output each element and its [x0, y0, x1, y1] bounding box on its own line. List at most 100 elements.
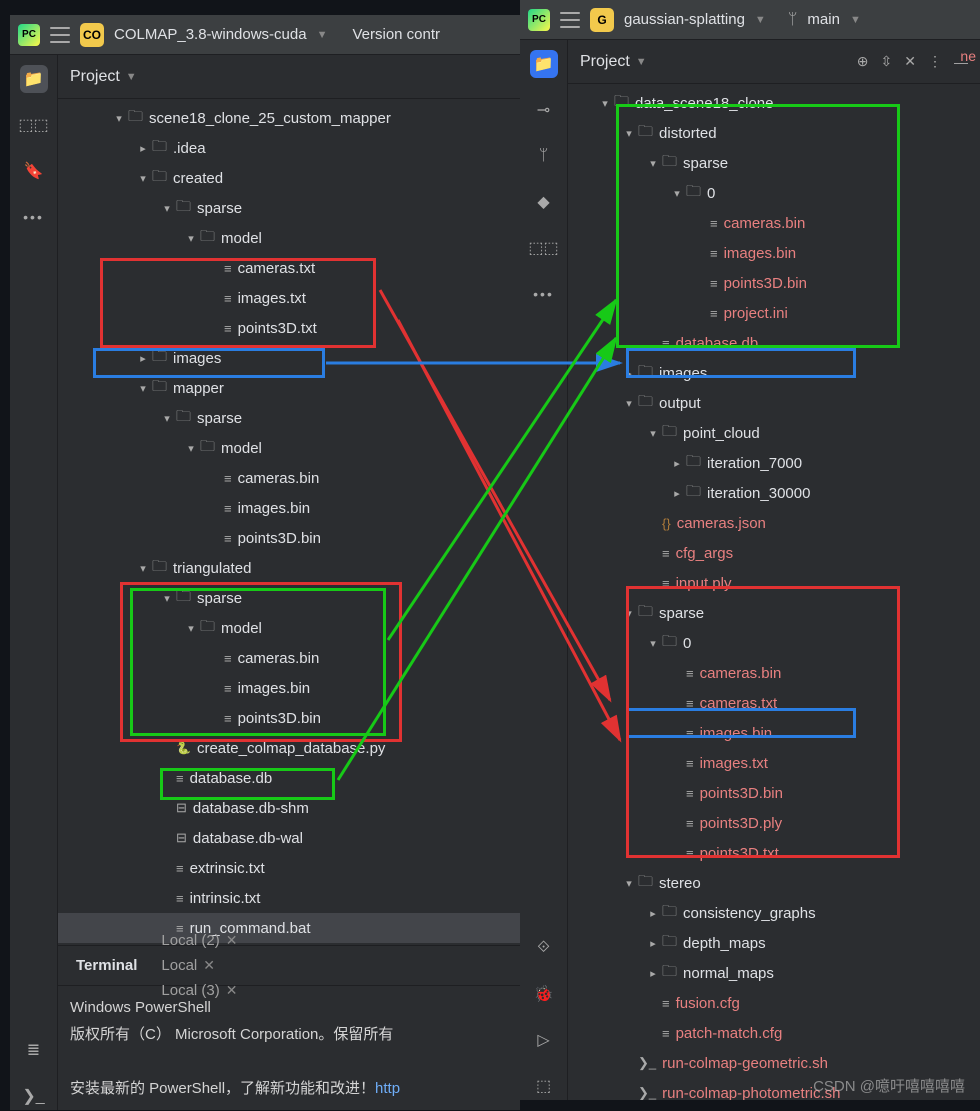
chevron-down-icon[interactable]: ▼ — [850, 14, 861, 26]
tree-item[interactable]: ▸≡patch-match.cfg — [568, 1018, 980, 1048]
chevron-down-icon[interactable]: ▾ — [136, 382, 150, 395]
chevron-right-icon[interactable]: ▸ — [646, 937, 660, 950]
more-tool-icon[interactable]: ••• — [20, 203, 48, 231]
chevron-down-icon[interactable]: ▾ — [646, 637, 660, 650]
bookmarks-tool-icon[interactable]: 🔖 — [20, 157, 48, 185]
tree-item[interactable]: ▸≡intrinsic.txt — [58, 883, 520, 913]
tree-item[interactable]: ▸🗀consistency_graphs — [568, 898, 980, 928]
close-icon[interactable]: ✕ — [226, 932, 238, 949]
chevron-down-icon[interactable]: ▾ — [136, 172, 150, 185]
project-name-label[interactable]: COLMAP_3.8-windows-cuda — [114, 26, 307, 43]
target-icon[interactable]: ⊕ — [857, 53, 869, 70]
debug-tool-icon[interactable]: 🐞 — [530, 980, 558, 1008]
tree-item[interactable]: ▸≡points3D.bin — [58, 703, 520, 733]
tree-item[interactable]: ▸≡database.db — [568, 328, 980, 358]
tree-item[interactable]: ▸≡points3D.bin — [58, 523, 520, 553]
commit-tool-icon[interactable]: ⊸ — [530, 96, 558, 124]
terminal-title[interactable]: Terminal — [68, 953, 145, 978]
tree-item[interactable]: ▸≡images.bin — [58, 673, 520, 703]
chevron-down-icon[interactable]: ▾ — [622, 877, 636, 890]
tree-item[interactable]: ▸≡images.bin — [568, 238, 980, 268]
chevron-right-icon[interactable]: ▸ — [646, 967, 660, 980]
tree-item[interactable]: ▾🗀sparse — [568, 148, 980, 178]
tree-item[interactable]: ▸≡database.db — [58, 763, 520, 793]
tree-item[interactable]: ▾🗀distorted — [568, 118, 980, 148]
tree-item[interactable]: ▸≡cameras.bin — [58, 463, 520, 493]
tree-item[interactable]: ▾🗀data_scene18_clone — [568, 88, 980, 118]
tree-item[interactable]: ▸❯_run-colmap-geometric.sh — [568, 1048, 980, 1078]
chevron-down-icon[interactable]: ▼ — [126, 71, 137, 83]
kebab-icon[interactable]: ⋮ — [928, 53, 942, 70]
tree-item[interactable]: ▸🗀depth_maps — [568, 928, 980, 958]
tree-item[interactable]: ▸🗀.idea — [58, 133, 520, 163]
tree-item[interactable]: ▸🐍create_colmap_database.py — [58, 733, 520, 763]
tree-item[interactable]: ▸≡points3D.txt — [58, 313, 520, 343]
tree-item[interactable]: ▸≡images.bin — [568, 718, 980, 748]
tree-item[interactable]: ▸≡images.bin — [58, 493, 520, 523]
chevron-down-icon[interactable]: ▾ — [136, 562, 150, 575]
chevron-down-icon[interactable]: ▾ — [160, 202, 174, 215]
tree-item[interactable]: ▾🗀stereo — [568, 868, 980, 898]
chevron-down-icon[interactable]: ▼ — [636, 56, 647, 68]
tree-item[interactable]: ▸≡project.ini — [568, 298, 980, 328]
left-project-tree[interactable]: ▾🗀scene18_clone_25_custom_mapper▸🗀.idea▾… — [58, 99, 520, 945]
chevron-right-icon[interactable]: ▸ — [670, 487, 684, 500]
tree-item[interactable]: ▸≡fusion.cfg — [568, 988, 980, 1018]
tree-item[interactable]: ▸≡points3D.bin — [568, 268, 980, 298]
chevron-down-icon[interactable]: ▾ — [622, 127, 636, 140]
python-console-icon[interactable]: ⟐ — [530, 934, 558, 962]
chevron-down-icon[interactable]: ▾ — [184, 622, 198, 635]
tree-item[interactable]: ▾🗀created — [58, 163, 520, 193]
tree-item[interactable]: ▸🗀images — [568, 358, 980, 388]
tree-item[interactable]: ▾🗀model — [58, 433, 520, 463]
tree-item[interactable]: ▸≡cfg_args — [568, 538, 980, 568]
tree-item[interactable]: ▸{}cameras.json — [568, 508, 980, 538]
chevron-down-icon[interactable]: ▼ — [317, 29, 328, 41]
tree-item[interactable]: ▸🗀iteration_30000 — [568, 478, 980, 508]
chevron-right-icon[interactable]: ▸ — [622, 367, 636, 380]
terminal-tab[interactable]: Local (2) ✕ — [153, 928, 245, 953]
chevron-down-icon[interactable]: ▾ — [160, 592, 174, 605]
tree-item[interactable]: ▾🗀scene18_clone_25_custom_mapper — [58, 103, 520, 133]
tree-item[interactable]: ▸🗀normal_maps — [568, 958, 980, 988]
chevron-right-icon[interactable]: ▸ — [136, 142, 150, 155]
chevron-down-icon[interactable]: ▾ — [622, 607, 636, 620]
project-name-label[interactable]: gaussian-splatting — [624, 11, 745, 28]
tree-item[interactable]: ▾🗀0 — [568, 628, 980, 658]
tree-item[interactable]: ▾🗀0 — [568, 178, 980, 208]
chevron-down-icon[interactable]: ▾ — [184, 442, 198, 455]
layers-tool-icon[interactable]: ⬚ — [530, 1072, 558, 1100]
tree-item[interactable]: ▾🗀model — [58, 613, 520, 643]
chevron-down-icon[interactable]: ▾ — [112, 112, 126, 125]
tree-item[interactable]: ▾🗀point_cloud — [568, 418, 980, 448]
tree-item[interactable]: ▾🗀sparse — [58, 403, 520, 433]
chevron-right-icon[interactable]: ▸ — [646, 907, 660, 920]
chevron-down-icon[interactable]: ▾ — [598, 97, 612, 110]
tree-item[interactable]: ▾🗀model — [58, 223, 520, 253]
chevron-right-icon[interactable]: ▸ — [670, 457, 684, 470]
chevron-down-icon[interactable]: ▼ — [755, 14, 766, 26]
close-icon[interactable]: ✕ — [226, 982, 238, 999]
tree-item[interactable]: ▸≡points3D.txt — [568, 838, 980, 868]
project-tool-icon[interactable]: 📁 — [530, 50, 558, 78]
chevron-down-icon[interactable]: ▾ — [670, 187, 684, 200]
close-panel-icon[interactable]: ✕ — [904, 53, 916, 70]
tree-item[interactable]: ▸≡cameras.bin — [568, 208, 980, 238]
tree-item[interactable]: ▾🗀output — [568, 388, 980, 418]
tree-item[interactable]: ▸≡extrinsic.txt — [58, 853, 520, 883]
run-tool-icon[interactable]: ▷ — [530, 1026, 558, 1054]
tree-item[interactable]: ▾🗀sparse — [58, 193, 520, 223]
right-project-tree[interactable]: ▾🗀data_scene18_clone▾🗀distorted▾🗀sparse▾… — [568, 84, 980, 1100]
tree-item[interactable]: ▸≡cameras.txt — [58, 253, 520, 283]
pullreq-tool-icon[interactable]: ᛘ — [530, 142, 558, 170]
tree-item[interactable]: ▸≡cameras.txt — [568, 688, 980, 718]
gitlab-tool-icon[interactable]: ◆ — [530, 188, 558, 216]
tree-item[interactable]: ▸⊟database.db-wal — [58, 823, 520, 853]
tree-item[interactable]: ▸🗀images — [58, 343, 520, 373]
chevron-right-icon[interactable]: ▸ — [136, 352, 150, 365]
chevron-down-icon[interactable]: ▾ — [160, 412, 174, 425]
tree-item[interactable]: ▸≡images.txt — [568, 748, 980, 778]
hamburger-icon[interactable] — [50, 27, 70, 43]
tree-item[interactable]: ▾🗀sparse — [568, 598, 980, 628]
tree-item[interactable]: ▸≡points3D.bin — [568, 778, 980, 808]
